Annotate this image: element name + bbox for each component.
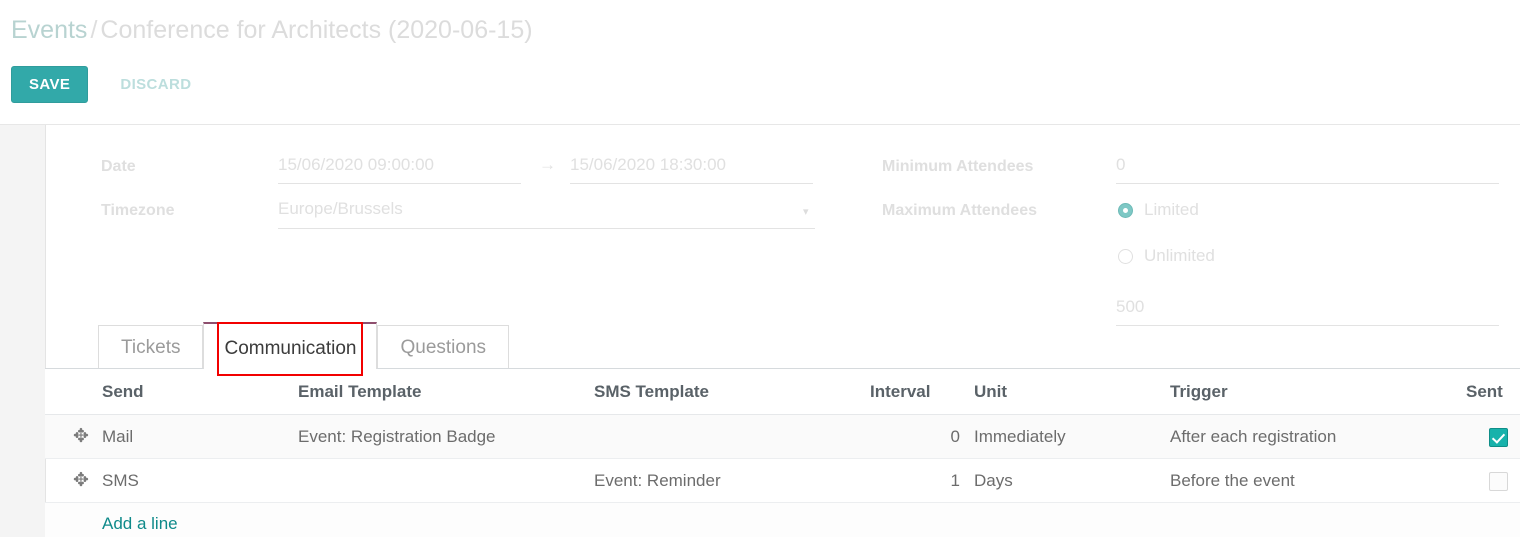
date-end-input[interactable]: 15/06/2020 18:30:00 bbox=[570, 155, 726, 175]
tab-questions-label: Questions bbox=[400, 337, 487, 358]
minimum-attendees-input[interactable]: 0 bbox=[1116, 155, 1125, 175]
cell-sent[interactable] bbox=[1466, 414, 1520, 459]
cell-send[interactable]: SMS bbox=[102, 458, 298, 503]
header-sms-template[interactable]: SMS Template bbox=[594, 369, 870, 415]
tab-questions[interactable]: Questions bbox=[377, 325, 510, 369]
maximum-attendees-option-limited[interactable]: Limited bbox=[1118, 200, 1199, 220]
maximum-attendees-option-unlimited[interactable]: Unlimited bbox=[1118, 246, 1215, 266]
header-handle-spacer bbox=[45, 369, 102, 415]
notebook-tabs: Tickets Communication Questions bbox=[98, 322, 510, 376]
move-handle-icon[interactable]: ✥ bbox=[45, 427, 89, 446]
sent-checkbox-checked[interactable] bbox=[1488, 427, 1508, 447]
save-button[interactable]: SAVE bbox=[11, 66, 89, 103]
minimum-attendees-underline bbox=[1116, 183, 1499, 184]
radio-limited-label: Limited bbox=[1144, 200, 1199, 219]
breadcrumb-separator: / bbox=[90, 16, 98, 44]
cell-send[interactable]: Mail bbox=[102, 414, 298, 459]
cell-email-template[interactable]: Event: Registration Badge bbox=[298, 414, 594, 459]
table-row[interactable]: ✥ Mail Event: Registration Badge 0 Immed… bbox=[45, 414, 1520, 459]
timezone-label: Timezone bbox=[101, 202, 175, 219]
radio-limited-icon[interactable] bbox=[1118, 202, 1133, 218]
cell-sms-template[interactable]: Event: Reminder bbox=[594, 458, 870, 503]
radio-unlimited-label: Unlimited bbox=[1144, 246, 1215, 265]
cell-trigger[interactable]: After each registration bbox=[1170, 414, 1466, 459]
record-actions: SAVE DISCARD bbox=[11, 66, 197, 103]
date-start-underline bbox=[278, 183, 521, 184]
cell-interval[interactable]: 1 bbox=[870, 458, 960, 503]
discard-button[interactable]: DISCARD bbox=[114, 75, 197, 94]
table-row[interactable]: ✥ SMS Event: Reminder 1 Days Before the … bbox=[45, 458, 1520, 503]
table-header-row: Send Email Template SMS Template Interva… bbox=[45, 369, 1520, 415]
communication-list: Send Email Template SMS Template Interva… bbox=[45, 368, 1520, 537]
timezone-select[interactable]: Europe/Brussels bbox=[278, 199, 403, 219]
cell-interval[interactable]: 0 bbox=[870, 414, 960, 459]
cell-trigger[interactable]: Before the event bbox=[1170, 458, 1466, 503]
header-send[interactable]: Send bbox=[102, 369, 298, 415]
sheet-background: Date 15/06/2020 09:00:00 → 15/06/2020 18… bbox=[0, 125, 1520, 537]
cell-unit[interactable]: Immediately bbox=[960, 414, 1170, 459]
cell-email-template[interactable] bbox=[298, 458, 594, 503]
form-fields-area: Date 15/06/2020 09:00:00 → 15/06/2020 18… bbox=[46, 125, 1520, 326]
timezone-underline bbox=[278, 228, 815, 229]
sent-checkbox-unchecked[interactable] bbox=[1488, 471, 1508, 491]
tab-communication[interactable]: Communication bbox=[203, 322, 378, 376]
header-unit[interactable]: Unit bbox=[960, 369, 1170, 415]
maximum-attendees-label: Maximum Attendees bbox=[882, 202, 1037, 219]
radio-unlimited-icon[interactable] bbox=[1118, 248, 1133, 264]
breadcrumb-current: Conference for Architects (2020-06-15) bbox=[100, 16, 533, 44]
header-interval[interactable]: Interval bbox=[870, 369, 960, 415]
date-end-underline bbox=[570, 183, 813, 184]
add-a-line-link[interactable]: Add a line bbox=[45, 514, 178, 533]
date-label: Date bbox=[101, 158, 136, 175]
breadcrumb: Events / Conference for Architects (2020-0… bbox=[11, 14, 533, 47]
seats-max-underline bbox=[1116, 325, 1499, 326]
communication-table: Send Email Template SMS Template Interva… bbox=[45, 369, 1520, 537]
control-panel: Events / Conference for Architects (2020-0… bbox=[0, 0, 1520, 125]
tab-tickets[interactable]: Tickets bbox=[98, 325, 204, 369]
cell-sms-template[interactable] bbox=[594, 414, 870, 459]
header-trigger[interactable]: Trigger bbox=[1170, 369, 1466, 415]
tab-communication-label: Communication bbox=[217, 322, 364, 376]
chevron-down-icon[interactable]: ▾ bbox=[803, 205, 809, 218]
breadcrumb-root-link[interactable]: Events bbox=[11, 16, 87, 44]
move-handle-icon[interactable]: ✥ bbox=[45, 471, 89, 490]
minimum-attendees-label: Minimum Attendees bbox=[882, 158, 1034, 175]
date-start-input[interactable]: 15/06/2020 09:00:00 bbox=[278, 155, 434, 175]
header-sent[interactable]: Sent bbox=[1466, 369, 1520, 415]
cell-unit[interactable]: Days bbox=[960, 458, 1170, 503]
add-line-row[interactable]: Add a line bbox=[45, 502, 1520, 537]
seats-max-input[interactable]: 500 bbox=[1116, 297, 1144, 317]
cell-sent[interactable] bbox=[1466, 458, 1520, 503]
date-range-arrow-icon: → bbox=[539, 155, 556, 174]
header-email-template[interactable]: Email Template bbox=[298, 369, 594, 415]
tab-tickets-label: Tickets bbox=[121, 337, 181, 358]
add-line-cell[interactable]: Add a line bbox=[45, 502, 1520, 537]
row-drag-handle[interactable]: ✥ bbox=[45, 458, 102, 503]
row-drag-handle[interactable]: ✥ bbox=[45, 414, 102, 459]
